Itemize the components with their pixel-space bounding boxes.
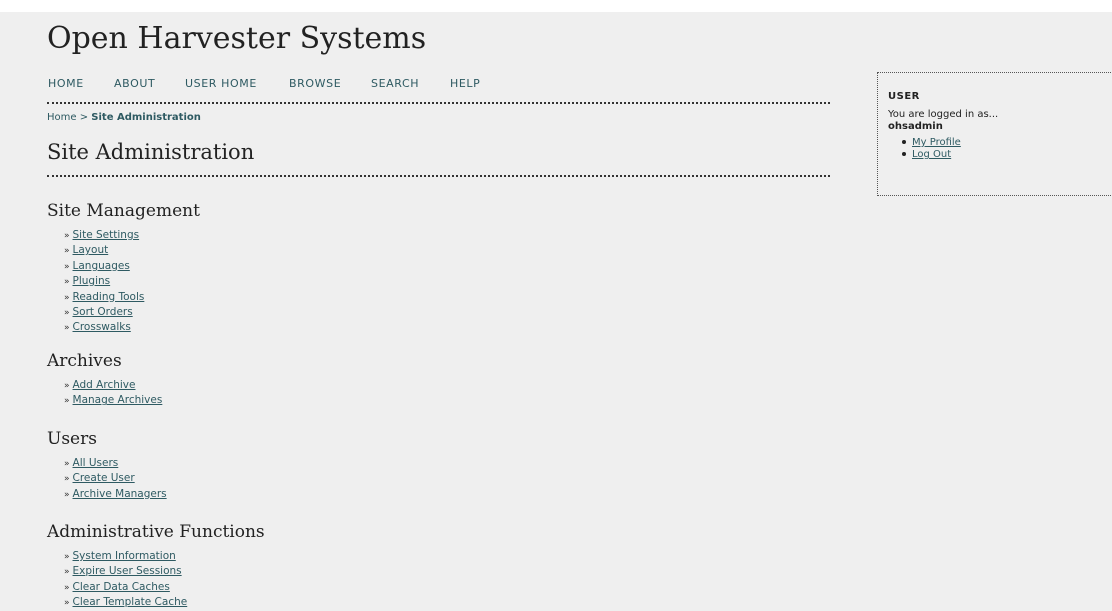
- section-heading: Site Management: [47, 201, 200, 221]
- nav-browse-link[interactable]: BROWSE: [289, 77, 341, 90]
- logged-in-text: You are logged in as...: [888, 109, 999, 120]
- nav-help-link[interactable]: HELP: [450, 77, 480, 90]
- list-item: » Clear Template Cache: [64, 595, 747, 610]
- arrow-marker-icon: »: [64, 381, 70, 391]
- arrow-marker-icon: »: [64, 474, 70, 485]
- list-item: » Expire User Sessions: [64, 564, 747, 579]
- arrow-marker-icon: »: [64, 323, 70, 334]
- all-users-link[interactable]: All Users: [73, 457, 119, 469]
- breadcrumb-separator: >: [79, 112, 89, 123]
- list-item: » Create User: [64, 471, 747, 486]
- arrow-marker-icon: »: [64, 261, 70, 272]
- list-item: » System Information: [64, 549, 747, 564]
- nav-home-link[interactable]: HOME: [48, 77, 84, 90]
- archives-links: » Add Archive » Manage Archives: [64, 378, 747, 409]
- users-section: Users » All Users » Create User » Archive M…: [47, 428, 747, 502]
- create-user-link[interactable]: Create User: [73, 472, 135, 484]
- list-item: Log Out: [902, 149, 961, 161]
- log-out-link[interactable]: Log Out: [912, 149, 951, 160]
- list-item: » Manage Archives: [64, 393, 747, 408]
- arrow-marker-icon: »: [64, 459, 70, 469]
- list-item: » Add Archive: [64, 378, 747, 393]
- arrow-marker-icon: »: [64, 308, 70, 319]
- arrow-marker-icon: »: [64, 598, 70, 609]
- languages-link[interactable]: Languages: [73, 260, 130, 272]
- administrative-functions-links: » System Information » Expire User Session…: [64, 549, 747, 611]
- breadcrumb-home-link[interactable]: Home: [47, 112, 77, 123]
- site-title: Open Harvester Systems: [47, 21, 427, 56]
- arrow-marker-icon: »: [64, 246, 70, 257]
- crosswalks-link[interactable]: Crosswalks: [73, 321, 131, 333]
- layout-link[interactable]: Layout: [73, 244, 109, 256]
- list-item: » Languages: [64, 259, 747, 274]
- expire-user-sessions-link[interactable]: Expire User Sessions: [73, 565, 182, 577]
- arrow-marker-icon: »: [64, 489, 70, 500]
- clear-template-cache-link[interactable]: Clear Template Cache: [73, 596, 188, 608]
- add-archive-link[interactable]: Add Archive: [73, 379, 136, 391]
- nav-about-link[interactable]: ABOUT: [114, 77, 155, 90]
- sidebar-title: USER: [888, 91, 920, 102]
- system-information-link[interactable]: System Information: [73, 550, 176, 562]
- manage-archives-link[interactable]: Manage Archives: [73, 394, 163, 406]
- list-item: » Layout: [64, 243, 747, 258]
- section-heading: Archives: [47, 351, 122, 371]
- user-sidebar-block: USER You are logged in as... ohsadmin My…: [877, 72, 1112, 196]
- list-item: » Crosswalks: [64, 320, 747, 335]
- breadcrumb-current: Site Administration: [91, 112, 201, 123]
- site-management-section: Site Management » Site Settings » Layout »…: [47, 200, 747, 336]
- my-profile-link[interactable]: My Profile: [912, 137, 961, 148]
- reading-tools-link[interactable]: Reading Tools: [73, 291, 145, 303]
- arrow-marker-icon: »: [64, 582, 70, 593]
- breadcrumb: Home > Site Administration: [47, 112, 201, 123]
- list-item: » Plugins: [64, 274, 747, 289]
- nav-search-link[interactable]: SEARCH: [371, 77, 419, 90]
- main-navigation: HOME ABOUT USER HOME BROWSE SEARCH HELP: [47, 76, 830, 104]
- arrow-marker-icon: »: [64, 552, 70, 562]
- sort-orders-link[interactable]: Sort Orders: [73, 306, 133, 318]
- archive-managers-link[interactable]: Archive Managers: [73, 488, 167, 500]
- arrow-marker-icon: »: [64, 396, 70, 407]
- archives-section: Archives » Add Archive » Manage Archives: [47, 350, 747, 409]
- nav-user-home-link[interactable]: USER HOME: [185, 77, 257, 90]
- username: ohsadmin: [888, 121, 943, 132]
- users-links: » All Users » Create User » Archive Manager…: [64, 456, 747, 502]
- section-heading: Administrative Functions: [47, 522, 265, 542]
- list-item: » Archive Managers: [64, 487, 747, 502]
- arrow-marker-icon: »: [64, 292, 70, 303]
- plugins-link[interactable]: Plugins: [73, 275, 111, 287]
- section-heading: Users: [47, 429, 97, 449]
- site-management-links: » Site Settings » Layout » Languages » Plugi…: [64, 228, 747, 336]
- bullet-icon: [902, 140, 906, 144]
- site-settings-link[interactable]: Site Settings: [73, 229, 140, 241]
- page-title: Site Administration: [47, 139, 830, 177]
- user-links: My Profile Log Out: [902, 137, 961, 161]
- page-body: Open Harvester Systems HOME ABOUT USER H…: [0, 12, 1112, 611]
- list-item: » Reading Tools: [64, 290, 747, 305]
- list-item: My Profile: [902, 137, 961, 149]
- list-item: » Sort Orders: [64, 305, 747, 320]
- list-item: » Clear Data Caches: [64, 580, 747, 595]
- clear-data-caches-link[interactable]: Clear Data Caches: [73, 581, 170, 593]
- bullet-icon: [902, 152, 906, 156]
- list-item: » Site Settings: [64, 228, 747, 243]
- arrow-marker-icon: »: [64, 231, 70, 241]
- arrow-marker-icon: »: [64, 277, 70, 288]
- arrow-marker-icon: »: [64, 567, 70, 578]
- administrative-functions-section: Administrative Functions » System Informa…: [47, 521, 747, 611]
- list-item: » All Users: [64, 456, 747, 471]
